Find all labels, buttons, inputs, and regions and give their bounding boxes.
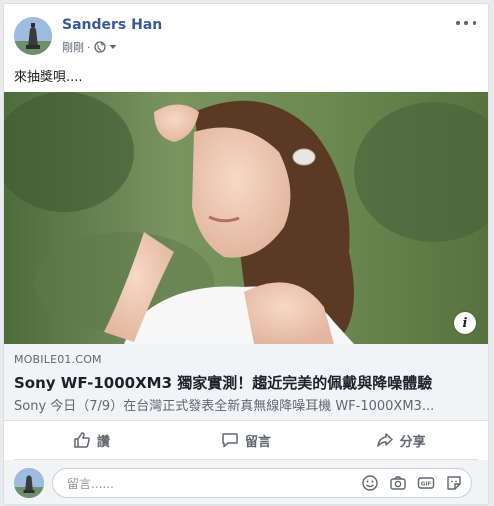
sticker-icon[interactable] xyxy=(445,474,463,492)
share-icon xyxy=(376,433,393,447)
like-button[interactable]: 讚 xyxy=(14,421,169,459)
emoji-icon[interactable] xyxy=(361,474,379,492)
more-dot xyxy=(472,21,476,25)
post-meta: 剛剛 · xyxy=(62,39,117,55)
camera-icon[interactable] xyxy=(389,474,407,492)
globe-icon[interactable] xyxy=(93,41,106,53)
info-icon[interactable]: i xyxy=(454,312,476,334)
like-label: 讚 xyxy=(96,434,110,450)
comment-tools: GIF xyxy=(361,474,463,492)
more-options-button[interactable] xyxy=(456,16,476,30)
svg-text:GIF: GIF xyxy=(421,482,432,488)
comment-button[interactable]: 留言 xyxy=(169,421,324,459)
comment-input-box[interactable]: GIF xyxy=(52,468,472,498)
link-title[interactable]: Sony WF-1000XM3 獨家實測！趨近完美的佩戴與降噪體驗 xyxy=(14,372,478,393)
share-label: 分享 xyxy=(399,434,426,450)
more-dot xyxy=(464,21,468,25)
user-avatar[interactable] xyxy=(14,468,44,498)
thumbs-up-icon xyxy=(74,432,90,448)
author-avatar[interactable] xyxy=(14,17,52,55)
link-preview-image[interactable]: i xyxy=(4,92,488,344)
gif-icon[interactable]: GIF xyxy=(417,474,435,492)
post-actions: 讚 留言 分享 xyxy=(14,421,478,460)
post-text: 來抽獎唄.... xyxy=(14,70,83,85)
post-timestamp[interactable]: 剛剛 xyxy=(62,39,84,55)
audience-caret-icon[interactable] xyxy=(109,43,117,51)
comment-label: 留言 xyxy=(245,434,272,450)
link-preview[interactable]: MOBILE01.COM Sony WF-1000XM3 獨家實測！趨近完美的佩… xyxy=(4,344,488,421)
comment-input[interactable] xyxy=(65,474,339,494)
author-name[interactable]: Sanders Han xyxy=(62,17,162,33)
post-card: Sanders Han 剛剛 · 來抽獎唄.... i MOBILE01.COM… xyxy=(3,3,489,505)
share-button[interactable]: 分享 xyxy=(323,421,478,459)
link-domain: MOBILE01.COM xyxy=(14,353,102,366)
more-dot xyxy=(456,21,460,25)
comment-icon xyxy=(222,433,238,448)
comment-composer: GIF xyxy=(4,460,488,504)
link-description: Sony 今日（7/9）在台灣正式發表全新真無線降噪耳機 WF-1000XM3.… xyxy=(14,399,435,414)
